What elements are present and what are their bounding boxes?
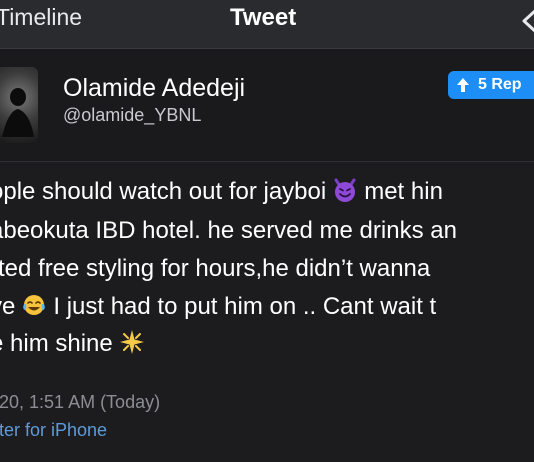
page-title: Tweet: [230, 4, 297, 31]
tweet-timestamp: /20, 1:51 AM (Today): [0, 392, 161, 412]
arrow-up-icon: [457, 78, 469, 92]
navigation-bar: Timeline Tweet: [0, 0, 534, 49]
tears-of-joy-icon: [23, 295, 46, 315]
reply-count-label: 5 Rep: [478, 76, 522, 93]
avatar-silhouette-icon: [2, 88, 34, 137]
author-display-name[interactable]: Olamide Adedeji: [63, 74, 245, 103]
reply-count-button[interactable]: 5 Rep: [448, 71, 534, 99]
tweet-text-line: ople should watch out for jayboi met hin: [0, 178, 443, 205]
tweet-text-line: abeokuta IBD hotel. he served me drinks …: [0, 217, 457, 244]
tweet-text-line: ve I just had to put him on .. Cant wait…: [0, 293, 437, 320]
back-to-timeline-button[interactable]: Timeline: [0, 4, 82, 31]
tweet-source-link[interactable]: tter for iPhone: [0, 420, 107, 441]
sparkle-icon: [119, 330, 144, 354]
author-handle[interactable]: @olamide_YBNL: [63, 105, 201, 126]
chevron-left-icon[interactable]: [516, 6, 534, 36]
tweet-text-line: rted free styling for hours,he didn’t wa…: [0, 255, 431, 282]
avatar[interactable]: [0, 67, 38, 143]
tweet-text-line: e him shine: [0, 329, 151, 358]
smiling-imp-icon: [334, 178, 356, 202]
